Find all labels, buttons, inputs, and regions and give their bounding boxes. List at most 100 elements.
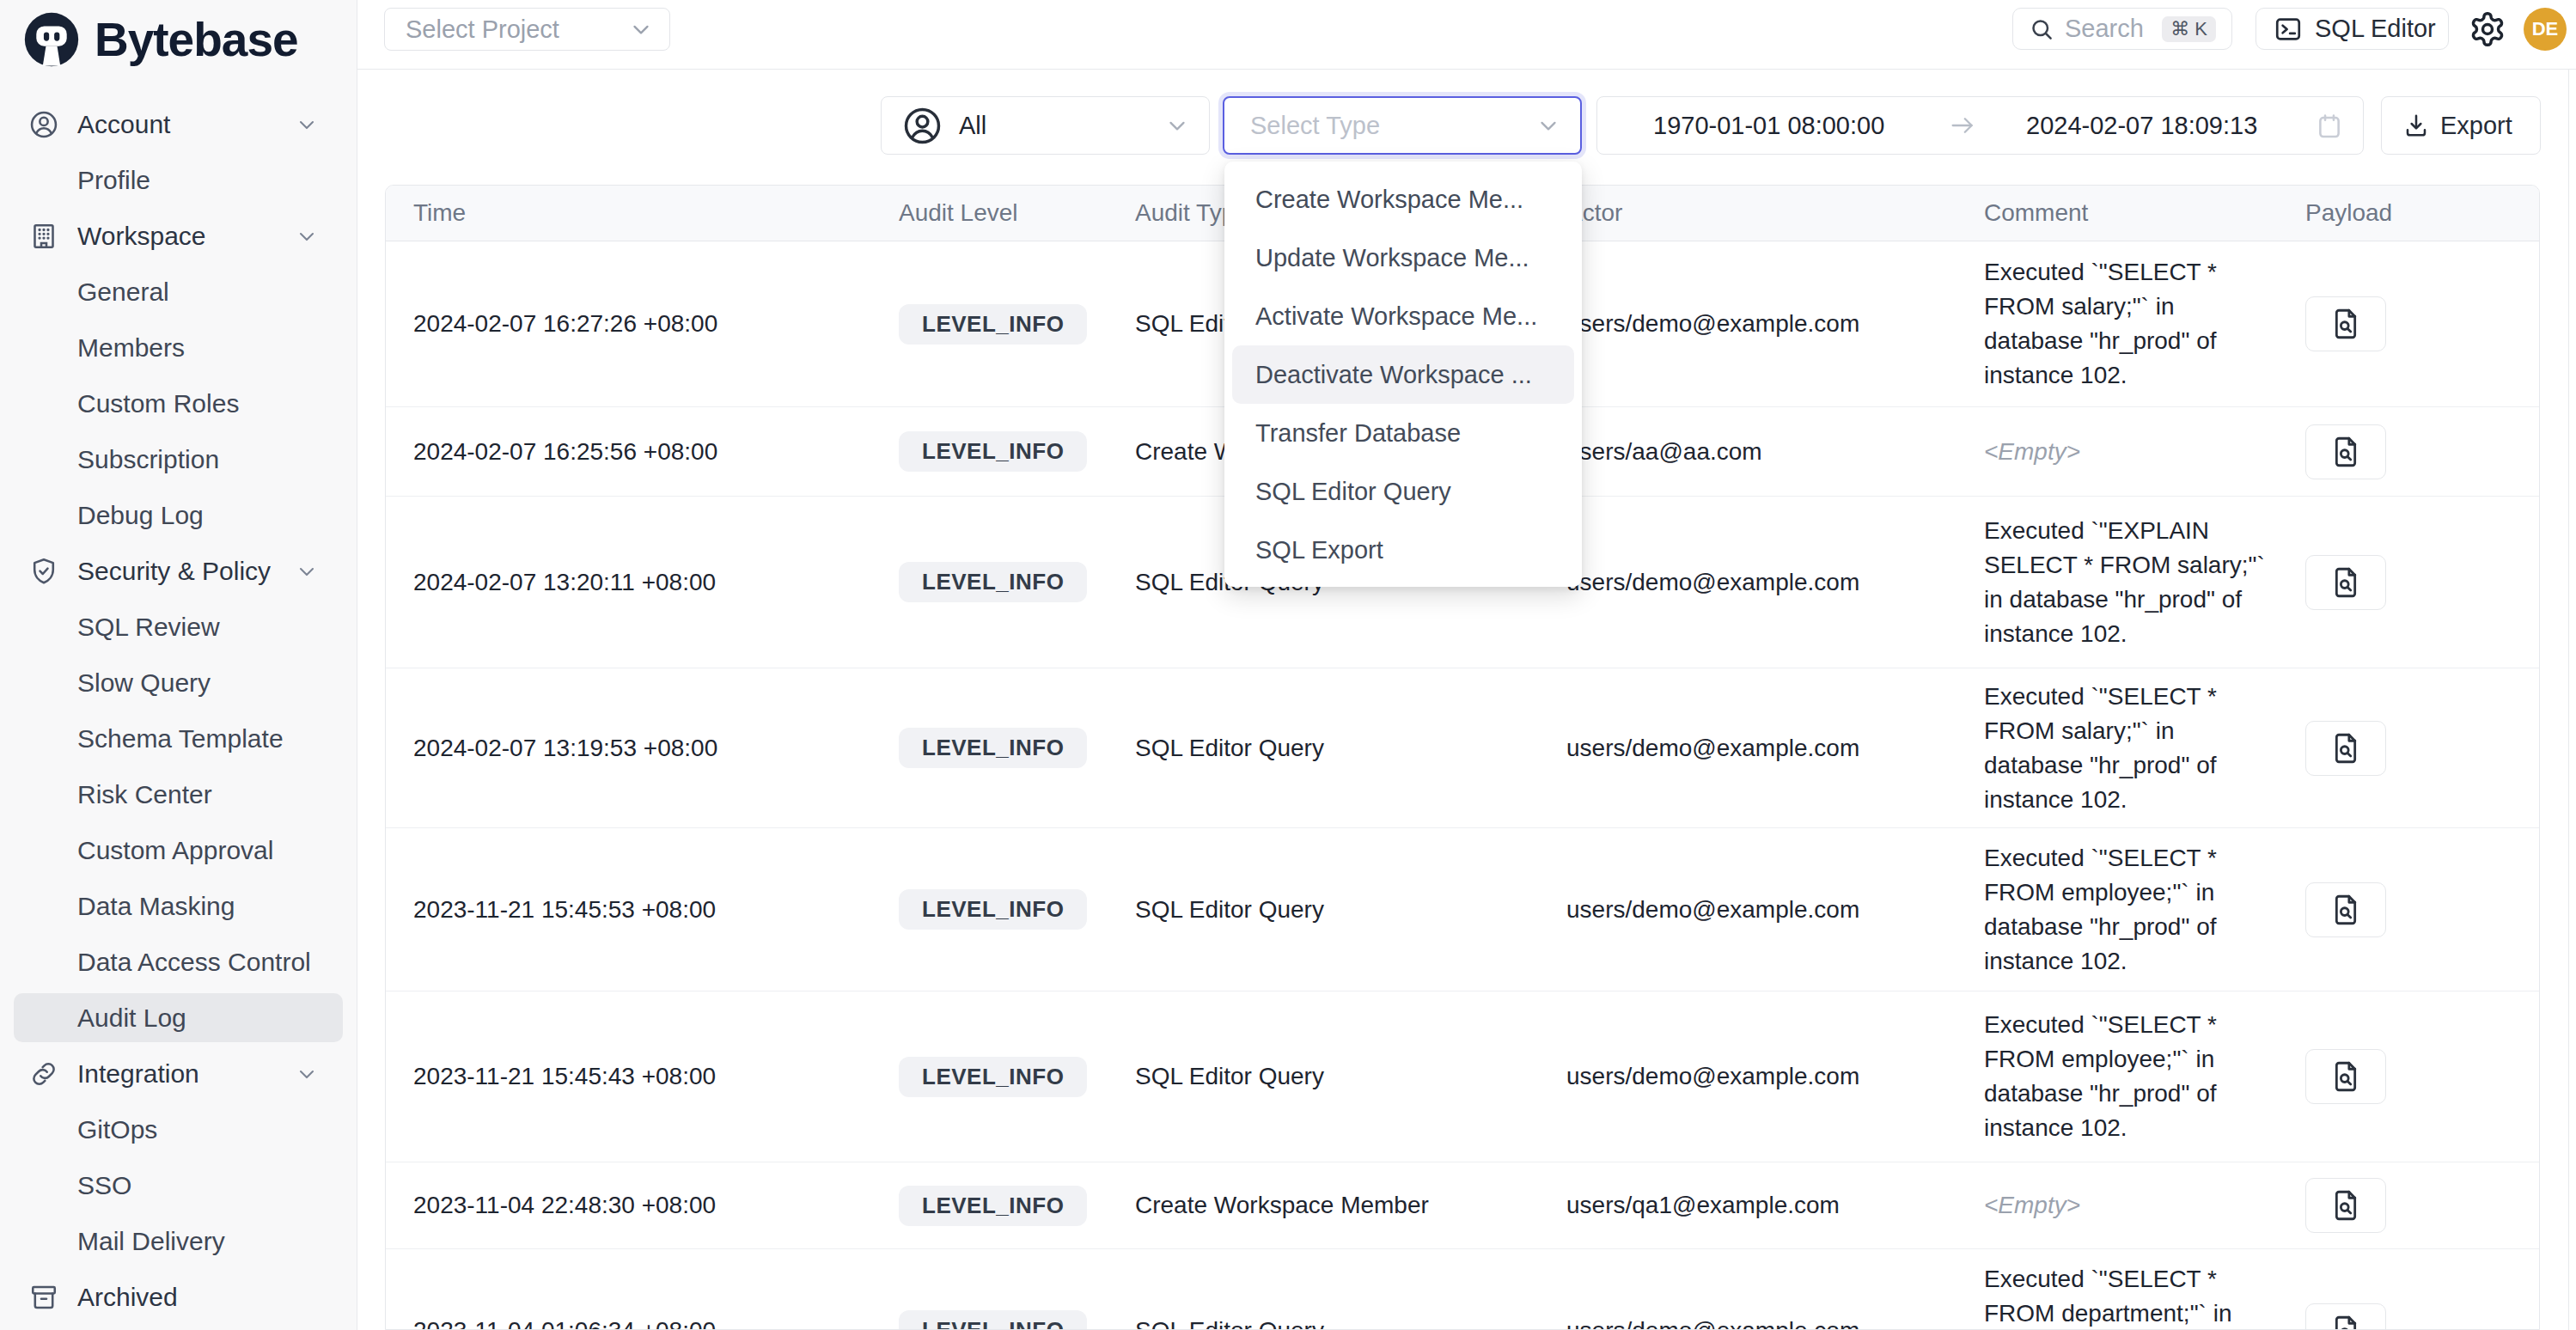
- date-range-end[interactable]: 2024-02-07 18:09:13: [2026, 97, 2257, 154]
- sidebar-item-label: Slow Query: [77, 668, 211, 698]
- avatar[interactable]: DE: [2524, 8, 2567, 51]
- sidebar-item-data-masking[interactable]: Data Masking: [0, 878, 357, 934]
- sidebar-item-sso[interactable]: SSO: [0, 1157, 357, 1213]
- type-filter-select[interactable]: Select Type: [1223, 96, 1582, 155]
- table-row: 2024-02-07 13:19:53 +08:00LEVEL_INFOSQL …: [386, 668, 2539, 828]
- sidebar-item-security-policy[interactable]: Security & Policy: [0, 543, 357, 599]
- payload-view-button[interactable]: [2305, 1303, 2386, 1330]
- sidebar-item-debug-log[interactable]: Debug Log: [0, 487, 357, 543]
- cell-time: 2024-02-07 16:25:56 +08:00: [386, 438, 871, 466]
- actor-filter-select[interactable]: All: [881, 96, 1210, 155]
- download-icon: [2402, 112, 2430, 139]
- chevron-down-icon: [295, 1062, 319, 1086]
- sql-editor-label: SQL Editor: [2315, 15, 2436, 43]
- sidebar-item-workspace[interactable]: Workspace: [0, 208, 357, 264]
- sql-editor-button[interactable]: SQL Editor: [2256, 8, 2449, 50]
- chevron-down-icon: [295, 224, 319, 248]
- cell-actor: users/demo@example.com: [1539, 1317, 1956, 1330]
- sidebar-item-label: GitOps: [77, 1115, 157, 1144]
- payload-view-button[interactable]: [2305, 296, 2386, 351]
- sidebar-item-label: Custom Roles: [77, 389, 239, 418]
- sidebar-item-archived[interactable]: Archived: [0, 1269, 357, 1325]
- type-menu-option[interactable]: Activate Workspace Me...: [1232, 287, 1574, 345]
- type-menu-option[interactable]: Update Workspace Me...: [1232, 229, 1574, 287]
- sidebar-item-label: Schema Template: [77, 724, 284, 753]
- cell-payload: [2278, 296, 2540, 351]
- column-header-audit-level: Audit Level: [871, 199, 1108, 227]
- cell-actor: users/demo@example.com: [1539, 1063, 1956, 1090]
- sidebar-item-custom-approval[interactable]: Custom Approval: [0, 822, 357, 878]
- payload-view-button[interactable]: [2305, 1178, 2386, 1233]
- arrow-right-icon: [1948, 97, 1982, 154]
- cell-payload: [2278, 555, 2540, 610]
- sidebar-item-sql-review[interactable]: SQL Review: [0, 599, 357, 655]
- date-range-picker[interactable]: 1970-01-01 08:00:00 2024-02-07 18:09:13: [1596, 96, 2364, 155]
- brand-name: Bytebase: [95, 12, 298, 67]
- payload-view-button[interactable]: [2305, 1049, 2386, 1104]
- type-filter-dropdown: Create Workspace Me...Update Workspace M…: [1224, 162, 1582, 587]
- search-input[interactable]: Search ⌘ K: [2012, 8, 2232, 50]
- cell-comment: Executed `"SELECT * FROM salary;"` in da…: [1956, 255, 2278, 393]
- sidebar-item-label: Security & Policy: [77, 557, 271, 586]
- sidebar-item-integration[interactable]: Integration: [0, 1046, 357, 1101]
- cell-audit-type: SQL Editor Query: [1108, 735, 1539, 762]
- sidebar-item-label: General: [77, 278, 169, 307]
- export-button[interactable]: Export: [2381, 96, 2541, 155]
- export-label: Export: [2440, 112, 2512, 140]
- chevron-down-icon: [1535, 113, 1561, 138]
- sidebar-item-risk-center[interactable]: Risk Center: [0, 766, 357, 822]
- level-badge: LEVEL_INFO: [899, 1186, 1087, 1226]
- date-range-start[interactable]: 1970-01-01 08:00:00: [1653, 97, 1884, 154]
- bytebase-logo[interactable]: Bytebase: [0, 0, 357, 79]
- cell-time: 2023-11-21 15:45:43 +08:00: [386, 1063, 871, 1090]
- level-badge: LEVEL_INFO: [899, 728, 1087, 768]
- cell-time: 2023-11-04 01:06:34 +08:00: [386, 1317, 871, 1330]
- sidebar-item-members[interactable]: Members: [0, 320, 357, 375]
- type-menu-option[interactable]: Deactivate Workspace ...: [1232, 345, 1574, 404]
- payload-view-button[interactable]: [2305, 424, 2386, 479]
- sidebar-item-custom-roles[interactable]: Custom Roles: [0, 375, 357, 431]
- search-placeholder: Search: [2065, 15, 2144, 43]
- type-menu-option[interactable]: Transfer Database: [1232, 404, 1574, 462]
- payload-view-button[interactable]: [2305, 882, 2386, 937]
- chevron-down-icon: [628, 16, 654, 42]
- table-row: 2023-11-21 15:45:53 +08:00LEVEL_INFOSQL …: [386, 828, 2539, 991]
- cell-time: 2023-11-21 15:45:53 +08:00: [386, 896, 871, 924]
- sidebar-item-schema-template[interactable]: Schema Template: [0, 711, 357, 766]
- cell-audit-level: LEVEL_INFO: [871, 889, 1108, 930]
- type-menu-option[interactable]: SQL Editor Query: [1232, 462, 1574, 521]
- sidebar-item-account[interactable]: Account: [0, 96, 357, 152]
- sidebar-item-mail-delivery[interactable]: Mail Delivery: [0, 1213, 357, 1269]
- cell-payload: [2278, 1049, 2540, 1104]
- sidebar-item-slow-query[interactable]: Slow Query: [0, 655, 357, 711]
- calendar-icon: [2315, 112, 2344, 141]
- sidebar-item-gitops[interactable]: GitOps: [0, 1101, 357, 1157]
- type-menu-option[interactable]: SQL Export: [1232, 521, 1574, 579]
- cell-comment: Executed `"SELECT * FROM employee;"` in …: [1956, 841, 2278, 979]
- search-icon: [2029, 16, 2054, 42]
- sidebar-item-subscription[interactable]: Subscription: [0, 431, 357, 487]
- project-select[interactable]: Select Project: [384, 8, 670, 51]
- sidebar-item-profile[interactable]: Profile: [0, 152, 357, 208]
- search-shortcut-badge: ⌘ K: [2162, 16, 2216, 42]
- cell-comment: Executed `"SELECT * FROM employee;"` in …: [1956, 1008, 2278, 1145]
- payload-view-button[interactable]: [2305, 555, 2386, 610]
- main-area: Select Project Search ⌘ K SQL Editor DE …: [357, 0, 2576, 1330]
- type-menu-option[interactable]: Create Workspace Me...: [1232, 170, 1574, 229]
- cell-audit-level: LEVEL_INFO: [871, 1057, 1108, 1097]
- type-menu-option-label: Transfer Database: [1255, 419, 1461, 448]
- level-badge: LEVEL_INFO: [899, 304, 1087, 345]
- type-filter-placeholder: Select Type: [1250, 112, 1380, 140]
- link-icon: [28, 1059, 59, 1089]
- sidebar-item-label: Data Access Control: [77, 948, 311, 977]
- payload-view-button[interactable]: [2305, 721, 2386, 776]
- cell-comment: Executed `"SELECT * FROM salary;"` in da…: [1956, 680, 2278, 817]
- settings-gear-icon[interactable]: [2469, 10, 2506, 48]
- terminal-icon: [2274, 15, 2303, 44]
- sidebar-item-general[interactable]: General: [0, 264, 357, 320]
- sidebar-item-audit-log[interactable]: Audit Log: [0, 990, 357, 1046]
- cell-audit-level: LEVEL_INFO: [871, 304, 1108, 345]
- shield-check-icon: [28, 556, 59, 587]
- sidebar-item-data-access-control[interactable]: Data Access Control: [0, 934, 357, 990]
- cell-payload: [2278, 721, 2540, 776]
